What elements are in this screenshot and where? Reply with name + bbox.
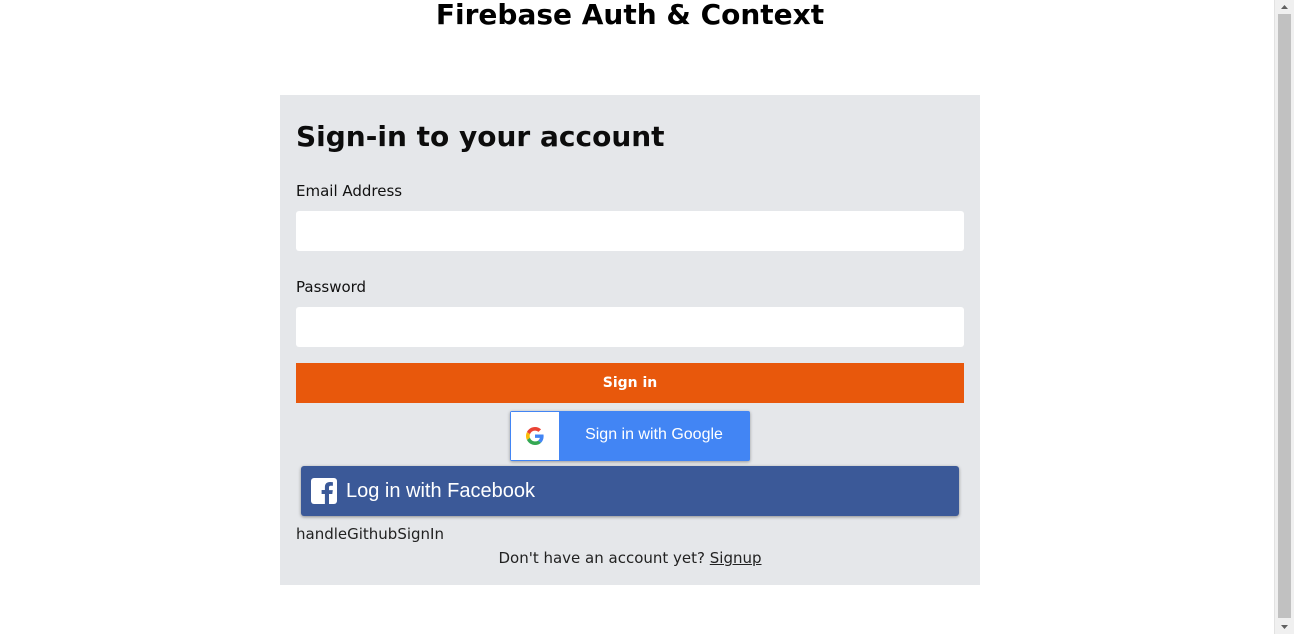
signin-button[interactable]: Sign in — [296, 363, 964, 403]
facebook-login-label: Log in with Facebook — [346, 480, 536, 502]
arrow-up-icon — [1281, 5, 1288, 9]
scrollbar-thumb[interactable] — [1278, 14, 1291, 618]
google-signin-label: Sign in with Google — [585, 426, 723, 443]
signup-prompt-text: Don't have an account yet? — [498, 549, 705, 567]
password-input[interactable] — [296, 307, 964, 347]
facebook-f-icon — [311, 478, 337, 504]
password-label: Password — [296, 278, 367, 296]
signin-heading: Sign-in to your account — [296, 120, 665, 153]
vertical-scrollbar[interactable] — [1274, 0, 1294, 634]
signup-link[interactable]: Signup — [710, 549, 762, 567]
github-signin-text: handleGithubSignIn — [296, 525, 444, 543]
page-title: Firebase Auth & Context — [435, 0, 825, 31]
arrow-down-icon — [1281, 625, 1288, 629]
scroll-up-button[interactable] — [1275, 0, 1294, 14]
email-label: Email Address — [296, 182, 403, 200]
page: Firebase Auth & Context Sign-in to your … — [0, 0, 1294, 634]
facebook-login-button[interactable]: Log in with Facebook — [301, 466, 959, 516]
email-input[interactable] — [296, 211, 964, 251]
signup-prompt-line: Don't have an account yet? Signup — [280, 548, 980, 568]
scroll-down-button[interactable] — [1275, 620, 1294, 634]
google-signin-button[interactable]: Sign in with Google — [510, 411, 750, 461]
google-g-icon — [526, 427, 544, 445]
signin-card: Sign-in to your account Email Address Pa… — [280, 95, 980, 585]
google-icon-container — [511, 412, 559, 460]
